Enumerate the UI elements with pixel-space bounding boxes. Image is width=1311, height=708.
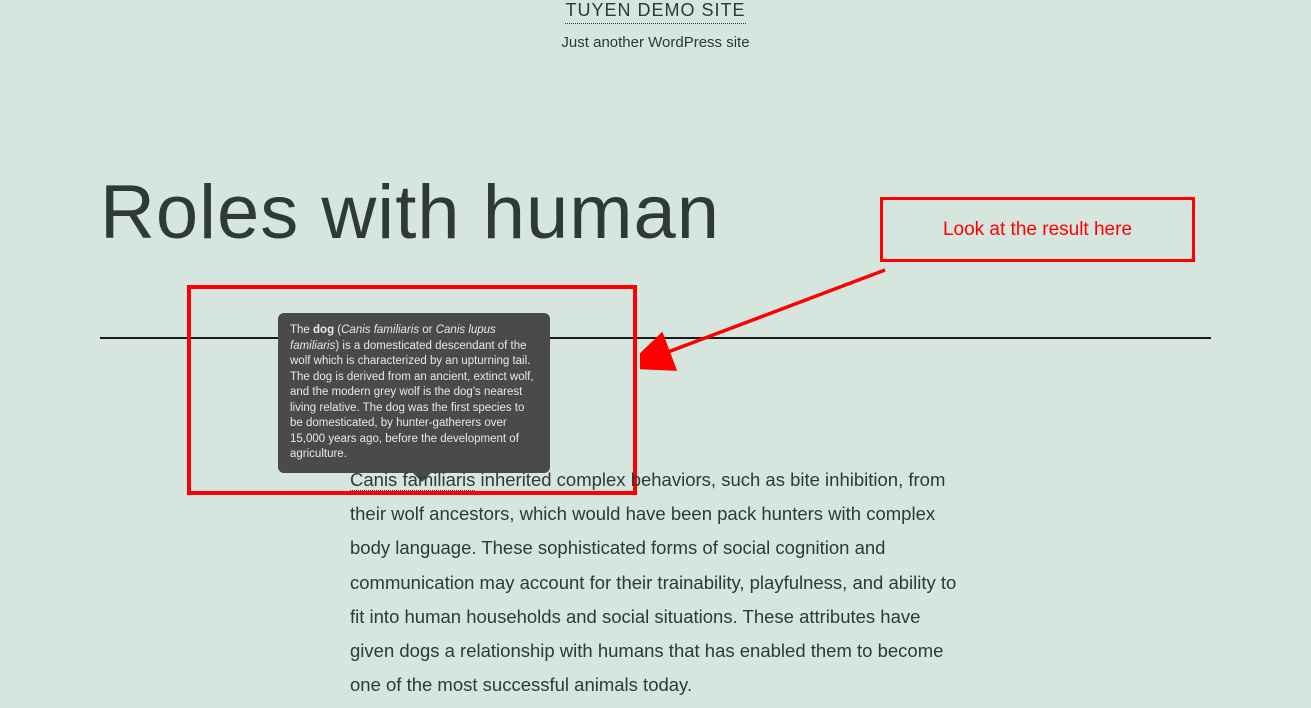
annotation-callout-box: Look at the result here [880,197,1195,262]
article-body: Canis familiaris inherited complex behav… [350,463,960,703]
site-tagline: Just another WordPress site [0,34,1311,51]
site-header: TUYEN DEMO SITE Just another WordPress s… [0,0,1311,51]
tooltip-text-rest: ) is a domesticated descendant of the wo… [290,340,534,461]
annotation-callout-text: Look at the result here [943,219,1132,241]
site-title-link[interactable]: TUYEN DEMO SITE [565,0,745,24]
divider [100,337,1211,339]
article-body-rest: inherited complex behaviors, such as bit… [350,469,956,695]
annotation-arrow-icon [640,255,900,385]
tooltip-text-mid2: or [419,324,436,336]
glossary-tooltip: The dog (Canis familiaris or Canis lupus… [278,313,550,473]
page-title: Roles with human [100,175,720,251]
tooltip-text-ital1: Canis familiaris [341,324,419,336]
glossary-term[interactable]: Canis familiaris [350,469,475,491]
tooltip-text-pre: The [290,324,313,336]
tooltip-text-bold: dog [313,324,334,336]
